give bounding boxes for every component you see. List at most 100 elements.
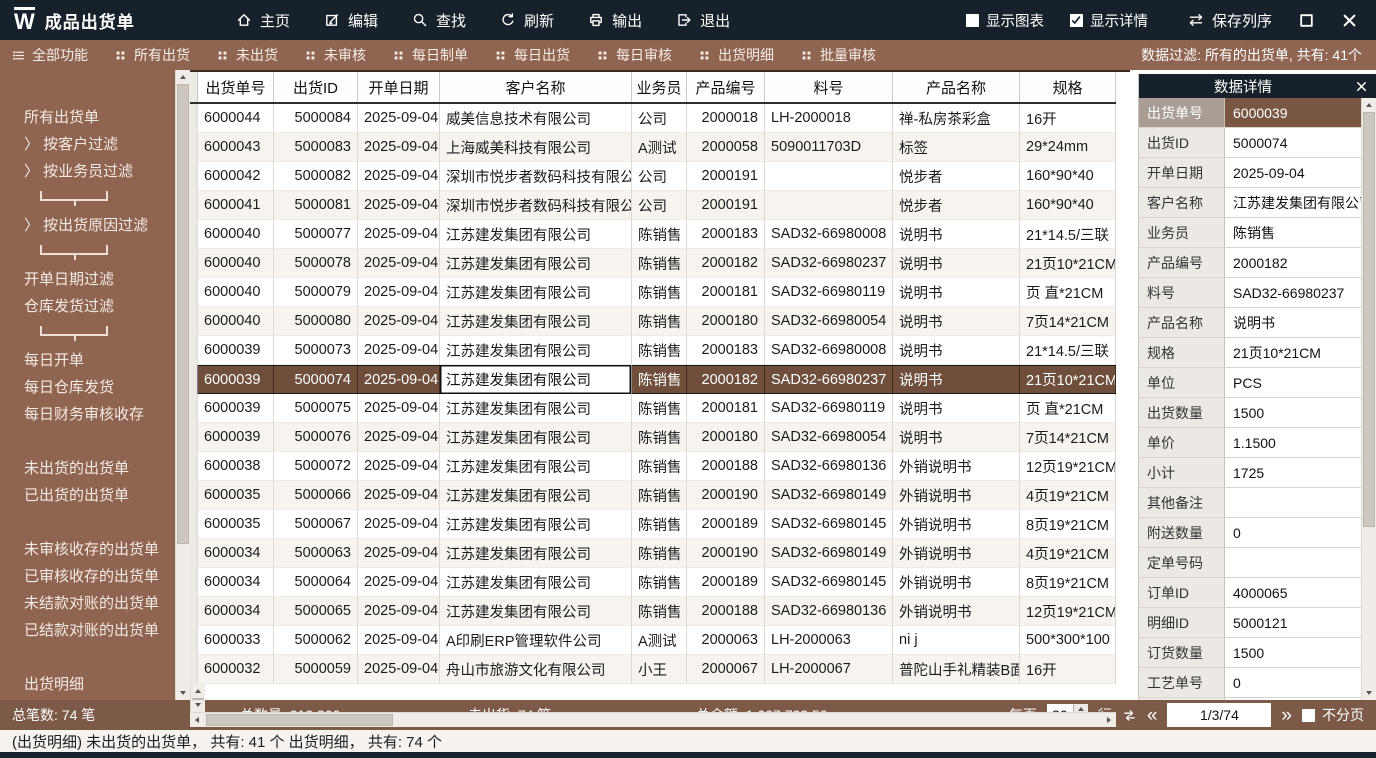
table-cell[interactable]: 江苏建发集团有限公司 — [440, 597, 632, 626]
detail-scrollbar[interactable] — [1361, 98, 1376, 700]
table-cell[interactable]: SAD32-66980136 — [765, 452, 893, 481]
table-cell[interactable]: 上海威美科技有限公司 — [440, 133, 632, 162]
table-cell[interactable]: 2025-09-04 — [358, 510, 440, 539]
table-cell[interactable]: 公司 — [632, 104, 687, 133]
table-cell[interactable]: 8页19*21CM — [1020, 510, 1116, 539]
table-cell[interactable]: 2000067 — [687, 655, 765, 684]
sidebar-item[interactable]: 已出货的出货单 — [0, 482, 175, 509]
sidebar-item[interactable]: 〉 按业务员过滤 — [0, 158, 175, 185]
table-cell[interactable]: 5000059 — [274, 655, 358, 684]
scroll-down-icon[interactable] — [176, 686, 190, 700]
table-cell[interactable]: 江苏建发集团有限公司 — [440, 394, 632, 423]
table-cell[interactable]: 2025-09-04 — [358, 394, 440, 423]
table-cell[interactable]: 2000182 — [687, 365, 765, 394]
detail-row[interactable]: 产品编号 2000182 — [1139, 248, 1361, 278]
table-cell[interactable]: 5090011703D — [765, 133, 893, 162]
table-cell[interactable]: 6000044 — [198, 104, 274, 133]
table-cell[interactable]: 2000183 — [687, 336, 765, 365]
table-cell[interactable]: 2000018 — [687, 104, 765, 133]
table-row[interactable]: 600003450000642025-09-04江苏建发集团有限公司陈销售200… — [190, 568, 1116, 597]
row-gutter[interactable] — [190, 307, 198, 336]
table-cell[interactable]: 2025-09-04 — [358, 597, 440, 626]
nav-tab-not-shipped[interactable]: 未出货 — [216, 45, 278, 65]
table-cell[interactable]: 公司 — [632, 191, 687, 220]
row-gutter[interactable] — [190, 249, 198, 278]
table-cell[interactable]: A印刷ERP管理软件公司 — [440, 626, 632, 655]
table-cell[interactable]: 6000040 — [198, 307, 274, 336]
scroll-up-icon[interactable] — [1362, 98, 1376, 112]
table-cell[interactable]: 江苏建发集团有限公司 — [440, 568, 632, 597]
sidebar-scrollbar[interactable] — [175, 70, 190, 700]
table-cell[interactable]: SAD32-66980119 — [765, 278, 893, 307]
row-gutter[interactable] — [190, 220, 198, 249]
table-cell[interactable]: 2000190 — [687, 539, 765, 568]
sidebar-item[interactable]: 〉 按客户过滤 — [0, 131, 175, 158]
toolbar-edit-button[interactable]: 编辑 — [324, 10, 378, 31]
table-row[interactable]: 600003950000742025-09-04江苏建发集团有限公司陈销售200… — [190, 365, 1116, 394]
toolbar-refresh-button[interactable]: 刷新 — [500, 10, 554, 31]
nav-tab-daily-audit[interactable]: 每日审核 — [596, 45, 672, 65]
page-indicator-input[interactable] — [1167, 703, 1271, 727]
sidebar-item[interactable]: 未审核收存的出货单 — [0, 536, 175, 563]
table-cell[interactable]: 5000083 — [274, 133, 358, 162]
row-gutter[interactable] — [190, 568, 198, 597]
table-cell[interactable]: 2025-09-04 — [358, 133, 440, 162]
table-cell[interactable]: 深圳市悦步者数码科技有限公司 — [440, 162, 632, 191]
nav-tab-daily-orders[interactable]: 每日制单 — [392, 45, 468, 65]
table-cell[interactable]: 2000182 — [687, 249, 765, 278]
scrollbar-thumb[interactable] — [192, 698, 204, 700]
table-cell[interactable]: 说明书 — [893, 220, 1020, 249]
table-cell[interactable]: 陈销售 — [632, 597, 687, 626]
column-header[interactable]: 客户名称 — [440, 72, 632, 102]
toolbar-output-button[interactable]: 输出 — [588, 10, 642, 31]
table-row[interactable]: 600004150000812025-09-04深圳市悦步者数码科技有限公司公司… — [190, 191, 1116, 220]
detail-row[interactable]: 单价 1.1500 — [1139, 428, 1361, 458]
table-cell[interactable]: 2000063 — [687, 626, 765, 655]
nav-tab-not-audited[interactable]: 未审核 — [304, 45, 366, 65]
table-cell[interactable]: 21页10*21CM — [1020, 365, 1116, 394]
table-cell[interactable]: LH-2000067 — [765, 655, 893, 684]
table-row[interactable]: 600004350000832025-09-04上海威美科技有限公司A测试200… — [190, 133, 1116, 162]
table-cell[interactable]: 500*300*100 — [1020, 626, 1116, 655]
table-row[interactable]: 600003550000672025-09-04江苏建发集团有限公司陈销售200… — [190, 510, 1116, 539]
table-cell[interactable]: 页 直*21CM — [1020, 278, 1116, 307]
table-cell[interactable]: 2000188 — [687, 452, 765, 481]
detail-row[interactable]: 其他备注 — [1139, 488, 1361, 518]
table-cell[interactable]: SAD32-66980119 — [765, 394, 893, 423]
table-cell[interactable]: 12页19*21CM — [1020, 452, 1116, 481]
table-row[interactable]: 600003250000592025-09-04舟山市旅游文化有限公司小王200… — [190, 655, 1116, 684]
table-cell[interactable]: 2025-09-04 — [358, 626, 440, 655]
table-row[interactable]: 600003950000752025-09-04江苏建发集团有限公司陈销售200… — [190, 394, 1116, 423]
table-cell[interactable]: 江苏建发集团有限公司 — [440, 278, 632, 307]
table-cell[interactable]: 160*90*40 — [1020, 191, 1116, 220]
table-cell[interactable]: 6000034 — [198, 539, 274, 568]
detail-row[interactable]: 规格 21页10*21CM — [1139, 338, 1361, 368]
table-cell[interactable]: 5000075 — [274, 394, 358, 423]
table-cell[interactable]: 江苏建发集团有限公司 — [440, 423, 632, 452]
table-cell[interactable]: 5000072 — [274, 452, 358, 481]
column-header[interactable]: 开单日期 — [358, 72, 440, 102]
scrollbar-thumb[interactable] — [177, 84, 189, 544]
table-cell[interactable]: 陈销售 — [632, 510, 687, 539]
detail-row[interactable]: 定单号码 — [1139, 548, 1361, 578]
table-cell[interactable]: 小王 — [632, 655, 687, 684]
table-cell[interactable]: 6000039 — [198, 394, 274, 423]
column-header[interactable]: 出货ID — [274, 72, 358, 102]
detail-row[interactable]: 订单ID 4000065 — [1139, 578, 1361, 608]
table-cell[interactable]: 页 直*21CM — [1020, 394, 1116, 423]
table-cell[interactable]: 2000181 — [687, 278, 765, 307]
toolbar-exit-button[interactable]: 退出 — [676, 10, 730, 31]
table-cell[interactable]: 外销说明书 — [893, 481, 1020, 510]
table-cell[interactable]: 21*14.5/三联 — [1020, 336, 1116, 365]
table-cell[interactable]: 2000189 — [687, 510, 765, 539]
column-header[interactable]: 料号 — [765, 72, 893, 102]
detail-row[interactable]: 单位 PCS — [1139, 368, 1361, 398]
table-row[interactable]: 600003450000652025-09-04江苏建发集团有限公司陈销售200… — [190, 597, 1116, 626]
row-gutter[interactable] — [190, 365, 198, 394]
sidebar-item[interactable]: 开单日期过滤 — [0, 266, 175, 293]
row-gutter[interactable] — [190, 423, 198, 452]
table-cell[interactable]: 禅-私房茶彩盒 — [893, 104, 1020, 133]
row-gutter[interactable] — [190, 162, 198, 191]
detail-row[interactable]: 业务员 陈销售 — [1139, 218, 1361, 248]
table-cell[interactable]: 2025-09-04 — [358, 452, 440, 481]
